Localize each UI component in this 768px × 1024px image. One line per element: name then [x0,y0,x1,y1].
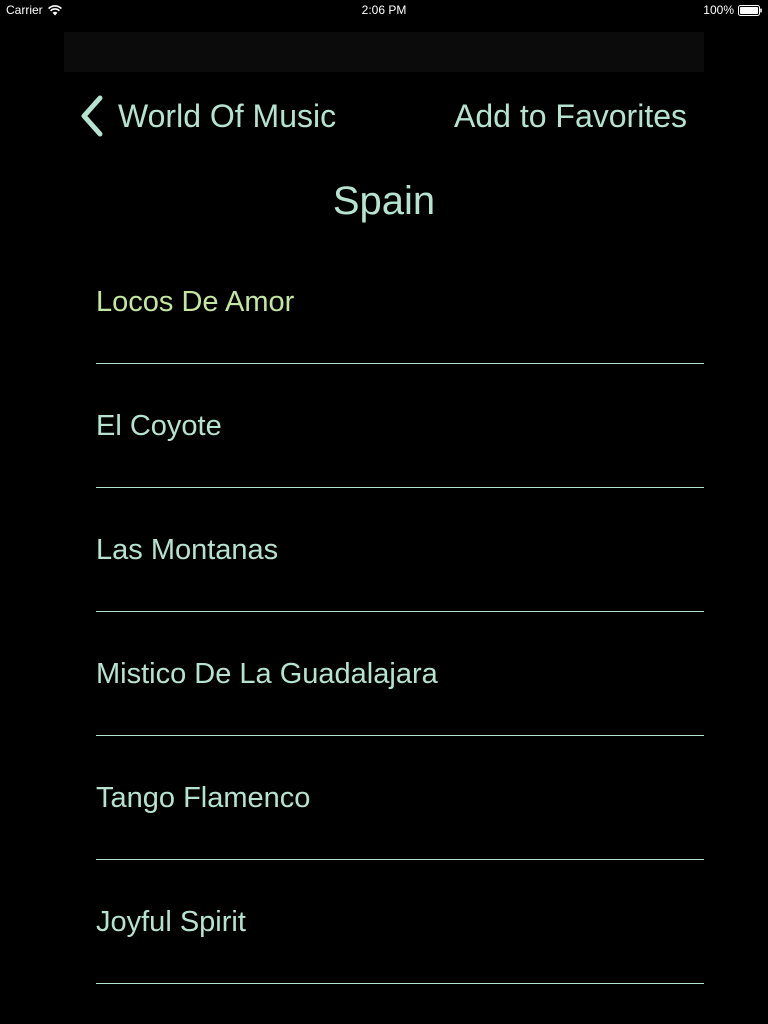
status-right: 100% [703,3,762,17]
status-bar: Carrier 2:06 PM 100% [0,0,768,20]
battery-icon [738,4,762,16]
top-strip [64,32,704,72]
song-title: Las Montanas [96,534,279,566]
chevron-left-icon [81,95,103,137]
list-item[interactable]: Mistico De La Guadalajara [96,612,704,736]
app-screen: Carrier 2:06 PM 100% World Of Music Add … [0,0,768,1024]
song-list: Locos De Amor El Coyote Las Montanas Mis… [96,240,704,984]
add-to-favorites-button[interactable]: Add to Favorites [454,94,687,138]
battery-percent: 100% [703,3,734,17]
back-button-label: World Of Music [118,98,337,134]
status-time: 2:06 PM [361,3,407,17]
list-item[interactable]: Locos De Amor [96,240,704,364]
back-button[interactable]: World Of Music [78,94,336,138]
list-item[interactable]: Tango Flamenco [96,736,704,860]
song-title: El Coyote [96,410,222,442]
page-title: Spain [332,179,436,223]
list-item[interactable]: Joyful Spirit [96,860,704,984]
list-item[interactable]: Las Montanas [96,488,704,612]
song-title: Locos De Amor [96,286,295,318]
song-title: Mistico De La Guadalajara [96,658,438,690]
list-item[interactable]: El Coyote [96,364,704,488]
song-title: Joyful Spirit [96,906,246,938]
song-title: Tango Flamenco [96,782,311,814]
